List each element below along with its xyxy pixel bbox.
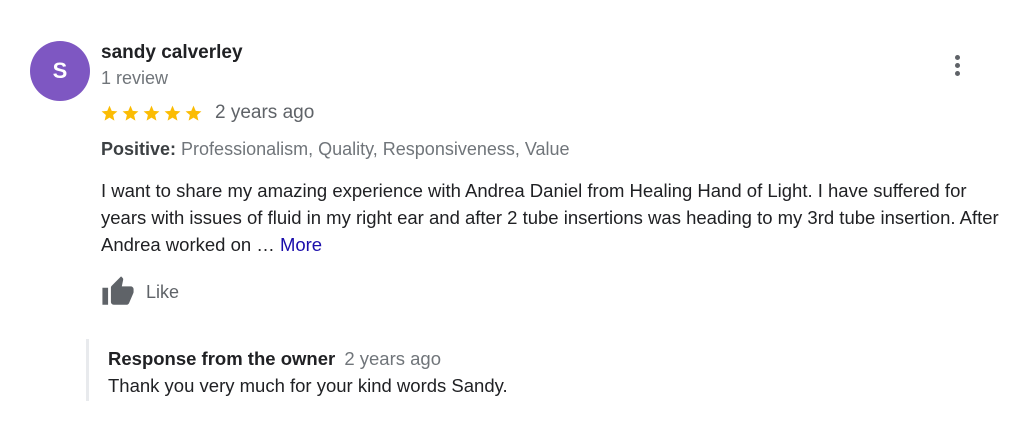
owner-response-header: Response from the owner 2 years ago bbox=[108, 347, 441, 371]
like-label: Like bbox=[146, 281, 180, 302]
author-name[interactable]: sandy calverley bbox=[101, 41, 243, 65]
star-icon bbox=[164, 105, 181, 121]
owner-response-title: Response from the owner bbox=[108, 348, 336, 369]
like-button[interactable]: Like bbox=[101, 275, 179, 309]
star-icon bbox=[143, 105, 160, 121]
review-attributes: Positive: Professionalism, Quality, Resp… bbox=[101, 137, 570, 161]
review-date: 2 years ago bbox=[215, 102, 315, 123]
more-link[interactable]: More bbox=[280, 234, 322, 255]
star-icon bbox=[122, 105, 139, 121]
star-icon bbox=[101, 105, 118, 121]
owner-response: Response from the owner 2 years ago Than… bbox=[86, 339, 789, 401]
avatar[interactable]: S bbox=[30, 41, 90, 101]
more-vert-icon bbox=[954, 54, 960, 60]
thumbs-up-icon bbox=[102, 276, 134, 305]
attributes-values: Professionalism, Quality, Responsiveness… bbox=[181, 139, 570, 159]
star-rating bbox=[100, 104, 203, 123]
review-body: I want to share my amazing experience wi… bbox=[101, 180, 999, 255]
avatar-letter: S bbox=[52, 58, 68, 83]
review-text: I want to share my amazing experience wi… bbox=[101, 177, 1001, 258]
owner-response-text: Thank you very much for your kind words … bbox=[108, 375, 508, 396]
rating-row: 2 years ago bbox=[100, 101, 314, 125]
review-card: S sandy calverley 1 review 2 years ago P… bbox=[0, 0, 1027, 438]
star-icon bbox=[185, 105, 202, 121]
review-count: 1 review bbox=[101, 68, 169, 88]
owner-response-date: 2 years ago bbox=[344, 348, 442, 369]
more-options-button[interactable] bbox=[944, 50, 970, 80]
attributes-label: Positive: bbox=[101, 139, 177, 159]
